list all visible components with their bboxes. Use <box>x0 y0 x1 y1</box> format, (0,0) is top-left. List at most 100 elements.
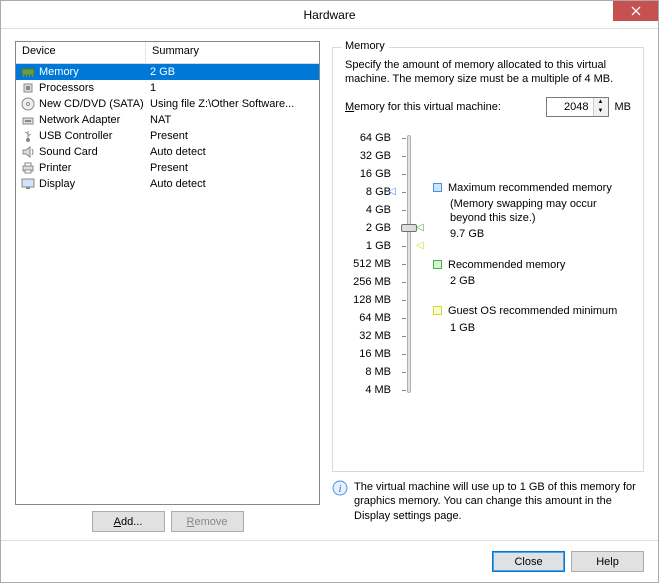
summary-cell: Present <box>146 162 319 174</box>
info-text: The virtual machine will use up to 1 GB … <box>354 480 644 523</box>
list-row[interactable]: Sound CardAuto detect <box>16 144 319 160</box>
device-name: Display <box>39 178 75 190</box>
legend-recommended-label: Recommended memory <box>448 258 565 272</box>
legend-min-label: Guest OS recommended minimum <box>448 304 617 318</box>
slider-tick-label: 8 GB <box>345 183 393 201</box>
sound-icon <box>20 144 36 160</box>
panels: Device Summary Memory2 GBProcessors1New … <box>15 41 644 532</box>
slider-tick-label: 32 GB <box>345 147 393 165</box>
slider-tick <box>402 192 406 193</box>
slider-tick <box>402 354 406 355</box>
hardware-dialog: Hardware Device Summary Memory2 GBProces… <box>0 0 659 583</box>
groupbox-title: Memory <box>341 40 389 52</box>
legend-recommended: Recommended memory <box>433 258 631 272</box>
slider-tick-label: 32 MB <box>345 327 393 345</box>
titlebar: Hardware <box>1 1 658 29</box>
slider-tick <box>402 174 406 175</box>
memory-slider[interactable]: ◁ ◁ ◁ <box>399 129 421 399</box>
slider-tick-label: 16 MB <box>345 345 393 363</box>
summary-cell: Auto detect <box>146 146 319 158</box>
legend-min-value: 1 GB <box>450 321 631 335</box>
memory-description: Specify the amount of memory allocated t… <box>345 58 631 87</box>
device-name: Processors <box>39 82 94 94</box>
add-button[interactable]: Add... <box>92 511 165 532</box>
legend-column: Maximum recommended memory (Memory swapp… <box>427 129 631 399</box>
spinner-up-button[interactable]: ▲ <box>594 98 608 107</box>
info-row: i The virtual machine will use up to 1 G… <box>332 480 644 523</box>
memory-input-row: Memory for this virtual machine: ▲ ▼ MB <box>345 97 631 117</box>
list-row[interactable]: Memory2 GB <box>16 64 319 80</box>
marker-recommended-icon: ◁ <box>416 222 424 233</box>
slider-tick-label: 256 MB <box>345 273 393 291</box>
device-cell: Network Adapter <box>16 112 146 128</box>
marker-max-icon: ◁ <box>388 186 396 197</box>
device-list[interactable]: Device Summary Memory2 GBProcessors1New … <box>15 41 320 505</box>
device-cell: Sound Card <box>16 144 146 160</box>
legend-max-value: 9.7 GB <box>450 227 631 241</box>
slider-tick <box>402 282 406 283</box>
summary-cell: Using file Z:\Other Software... <box>146 98 319 110</box>
help-button[interactable]: Help <box>571 551 644 572</box>
list-header: Device Summary <box>16 42 319 64</box>
memory-input-label: Memory for this virtual machine: <box>345 101 501 113</box>
slider-tick <box>402 156 406 157</box>
memory-icon <box>20 64 36 80</box>
legend-max-note: (Memory swapping may occur beyond this s… <box>450 197 631 226</box>
device-name: Memory <box>39 66 79 78</box>
header-device[interactable]: Device <box>16 42 146 63</box>
slider-tick <box>402 210 406 211</box>
legend-min-swatch <box>433 306 442 315</box>
printer-icon <box>20 160 36 176</box>
window-close-button[interactable] <box>613 1 658 21</box>
slider-tick-label: 1 GB <box>345 237 393 255</box>
summary-cell: 1 <box>146 82 319 94</box>
window-title: Hardware <box>1 8 658 22</box>
memory-unit: MB <box>615 101 632 113</box>
slider-thumb[interactable] <box>401 224 417 232</box>
list-row[interactable]: PrinterPresent <box>16 160 319 176</box>
summary-cell: Present <box>146 130 319 142</box>
cpu-icon <box>20 80 36 96</box>
list-row[interactable]: Network AdapterNAT <box>16 112 319 128</box>
close-button[interactable]: Close <box>492 551 565 572</box>
device-name: Network Adapter <box>39 114 120 126</box>
marker-min-icon: ◁ <box>416 240 424 251</box>
slider-tick <box>402 390 406 391</box>
right-panel: Memory Specify the amount of memory allo… <box>332 41 644 532</box>
device-cell: Printer <box>16 160 146 176</box>
legend-max-label: Maximum recommended memory <box>448 181 612 195</box>
left-panel: Device Summary Memory2 GBProcessors1New … <box>15 41 320 532</box>
slider-tick-label: 4 GB <box>345 201 393 219</box>
slider-tick-label: 512 MB <box>345 255 393 273</box>
memory-input[interactable] <box>547 98 593 116</box>
close-icon <box>631 6 641 16</box>
slider-tick-label: 16 GB <box>345 165 393 183</box>
device-cell: Memory <box>16 64 146 80</box>
svg-text:i: i <box>338 483 341 495</box>
list-row[interactable]: Processors 1 <box>16 80 319 96</box>
info-icon: i <box>332 480 348 496</box>
slider-tick-label: 128 MB <box>345 291 393 309</box>
list-row[interactable]: DisplayAuto detect <box>16 176 319 192</box>
left-button-row: Add... Remove <box>15 511 320 532</box>
slider-tick-label: 64 MB <box>345 309 393 327</box>
slider-tick <box>402 300 406 301</box>
memory-spinner[interactable]: ▲ ▼ <box>546 97 609 117</box>
list-body: Memory2 GBProcessors1New CD/DVD (SATA)Us… <box>16 64 319 192</box>
header-summary[interactable]: Summary <box>146 42 319 63</box>
spinner-down-button[interactable]: ▼ <box>594 107 608 116</box>
memory-slider-area: 64 GB32 GB16 GB8 GB4 GB2 GB1 GB512 MB256… <box>345 129 631 399</box>
list-row[interactable]: New CD/DVD (SATA)Using file Z:\Other Sof… <box>16 96 319 112</box>
device-name: USB Controller <box>39 130 112 142</box>
slider-tick <box>402 336 406 337</box>
slider-tick-label: 2 GB <box>345 219 393 237</box>
display-icon <box>20 176 36 192</box>
slider-tick-label: 64 GB <box>345 129 393 147</box>
slider-tick-labels: 64 GB32 GB16 GB8 GB4 GB2 GB1 GB512 MB256… <box>345 129 393 399</box>
device-cell: New CD/DVD (SATA) <box>16 96 146 112</box>
usb-icon <box>20 128 36 144</box>
remove-button: Remove <box>171 511 244 532</box>
slider-tick <box>402 318 406 319</box>
footer: Close Help <box>1 540 658 582</box>
list-row[interactable]: USB Controller Present <box>16 128 319 144</box>
